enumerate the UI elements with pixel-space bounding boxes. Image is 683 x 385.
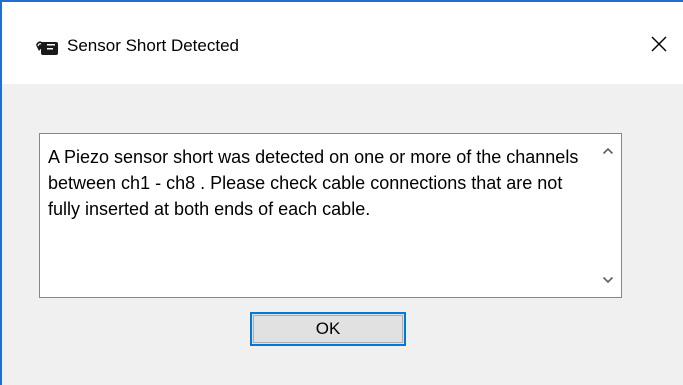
title-bar[interactable]: Sensor Short Detected — [2, 2, 683, 84]
chevron-down-icon — [602, 271, 614, 289]
app-icon — [35, 39, 59, 57]
scroll-up-button[interactable] — [595, 138, 621, 164]
close-button[interactable] — [639, 28, 679, 64]
close-icon — [650, 35, 668, 58]
message-textbox[interactable]: A Piezo sensor short was detected on one… — [39, 133, 622, 298]
vertical-scrollbar[interactable] — [595, 134, 621, 297]
message-text: A Piezo sensor short was detected on one… — [48, 147, 579, 219]
scroll-down-button[interactable] — [595, 267, 621, 293]
dialog-window: Sensor Short Detected A Piezo sensor sho… — [0, 0, 683, 385]
window-title: Sensor Short Detected — [67, 36, 239, 55]
chevron-up-icon — [602, 142, 614, 160]
dialog-body: A Piezo sensor short was detected on one… — [2, 84, 683, 385]
scroll-track[interactable] — [595, 164, 621, 267]
ok-button-label: OK — [315, 319, 341, 338]
ok-button[interactable]: OK — [250, 312, 406, 346]
